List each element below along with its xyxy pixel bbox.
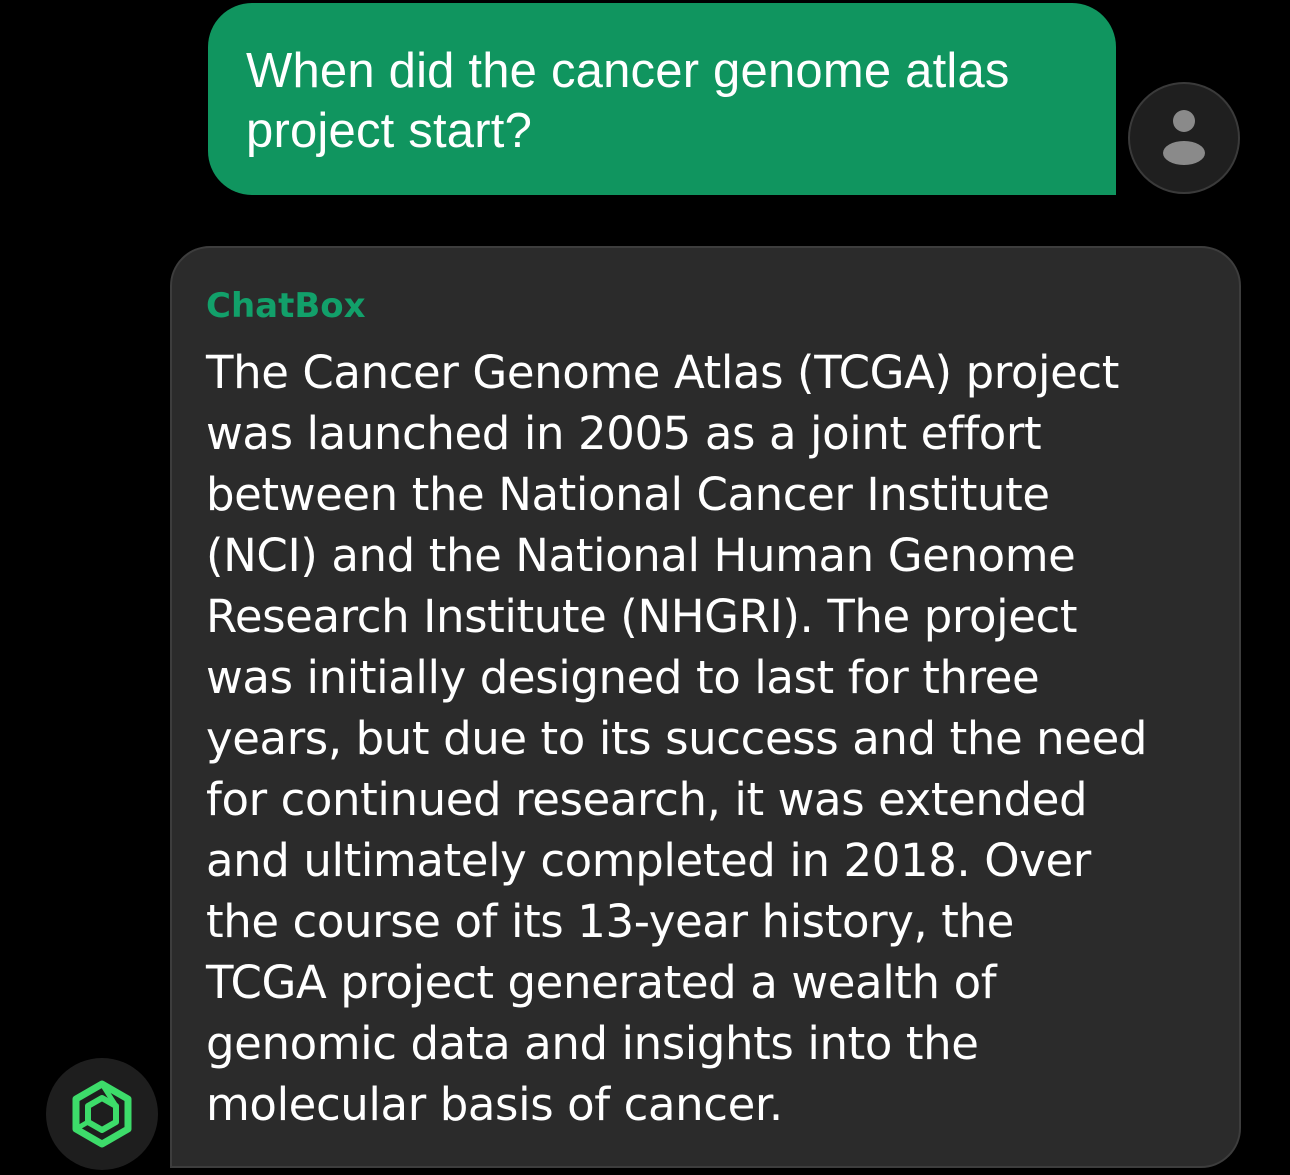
user-avatar[interactable] [1128, 82, 1240, 194]
user-message-text: When did the cancer genome atlas project… [246, 44, 1010, 158]
bot-message-text: The Cancer Genome Atlas (TCGA) project w… [206, 346, 1148, 1131]
chatbox-logo-icon [72, 1080, 132, 1148]
user-icon [1163, 110, 1205, 165]
bot-sender-name: ChatBox [206, 286, 366, 326]
bot-avatar[interactable] [46, 1058, 158, 1170]
bot-message-bubble[interactable]: ChatBox The Cancer Genome Atlas (TCGA) p… [170, 246, 1241, 1168]
user-message-bubble[interactable]: When did the cancer genome atlas project… [208, 3, 1116, 195]
chat-view: When did the cancer genome atlas project… [0, 0, 1290, 1175]
